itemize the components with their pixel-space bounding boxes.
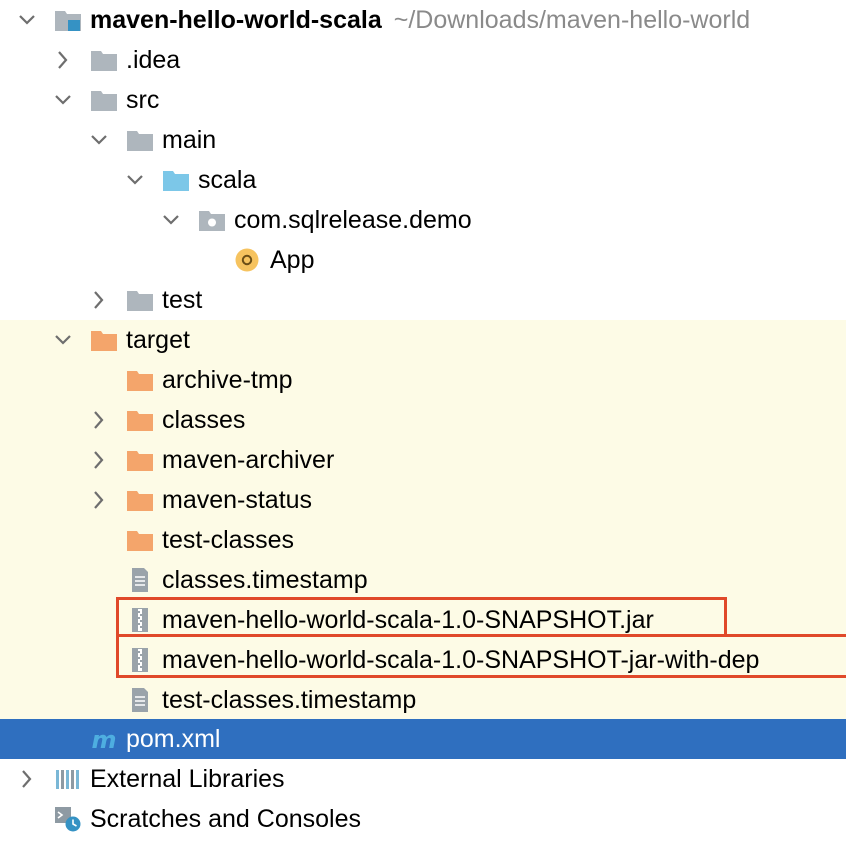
chevron-right-icon[interactable] bbox=[89, 449, 109, 471]
tree-item-label: scala bbox=[198, 166, 257, 194]
project-path: ~/Downloads/maven-hello-world bbox=[393, 6, 751, 34]
text-file-icon bbox=[126, 687, 154, 713]
tree-item-label: test bbox=[162, 286, 203, 314]
tree-row-project-root[interactable]: maven-hello-world-scala ~/Downloads/maven… bbox=[0, 0, 846, 40]
tree-item-label: target bbox=[126, 326, 190, 354]
tree-row-jar-with-dependencies[interactable]: maven-hello-world-scala-1.0-SNAPSHOT-jar… bbox=[0, 640, 846, 680]
chevron-right-icon[interactable] bbox=[89, 409, 109, 431]
tree-item-label: src bbox=[126, 86, 160, 114]
tree-item-label: .idea bbox=[126, 46, 181, 74]
tree-item-label: maven-hello-world-scala-1.0-SNAPSHOT-jar… bbox=[162, 646, 760, 674]
chevron-right-icon[interactable] bbox=[53, 49, 73, 71]
folder-icon bbox=[126, 287, 154, 313]
package-icon bbox=[198, 207, 226, 233]
source-folder-icon bbox=[162, 167, 190, 193]
tree-item-label: classes.timestamp bbox=[162, 566, 368, 594]
jar-archive-icon bbox=[126, 647, 154, 673]
tree-item-label: App bbox=[270, 246, 315, 274]
tree-item-label: maven-hello-world-scala-1.0-SNAPSHOT.jar bbox=[162, 606, 654, 634]
tree-row-package[interactable]: com.sqlrelease.demo bbox=[0, 200, 846, 240]
chevron-down-icon[interactable] bbox=[17, 9, 37, 31]
tree-row-test-classes[interactable]: test-classes bbox=[0, 520, 846, 560]
excluded-folder-icon bbox=[126, 527, 154, 553]
tree-row-classes[interactable]: classes bbox=[0, 400, 846, 440]
tree-row-snapshot-jar[interactable]: maven-hello-world-scala-1.0-SNAPSHOT.jar bbox=[0, 600, 846, 640]
tree-row-app[interactable]: App bbox=[0, 240, 846, 280]
tree-row-test[interactable]: test bbox=[0, 280, 846, 320]
tree-item-label: maven-status bbox=[162, 486, 313, 514]
tree-row-maven-archiver[interactable]: maven-archiver bbox=[0, 440, 846, 480]
tree-item-label: External Libraries bbox=[90, 765, 285, 793]
tree-item-label: test-classes.timestamp bbox=[162, 686, 417, 714]
tree-item-label: pom.xml bbox=[126, 725, 221, 753]
tree-row-scratches-and-consoles[interactable]: Scratches and Consoles bbox=[0, 799, 846, 839]
tree-row-pom-xml[interactable]: pom.xml bbox=[0, 719, 846, 759]
text-file-icon bbox=[126, 567, 154, 593]
project-root-label: maven-hello-world-scala ~/Downloads/maven… bbox=[90, 0, 750, 40]
tree-item-label: archive-tmp bbox=[162, 366, 293, 394]
tree-item-label: com.sqlrelease.demo bbox=[234, 206, 472, 234]
chevron-down-icon[interactable] bbox=[161, 209, 181, 231]
chevron-right-icon[interactable] bbox=[17, 768, 37, 790]
tree-row-archive-tmp[interactable]: archive-tmp bbox=[0, 360, 846, 400]
tree-item-label: main bbox=[162, 126, 217, 154]
tree-item-label: classes bbox=[162, 406, 246, 434]
tree-row-external-libraries[interactable]: External Libraries bbox=[0, 759, 846, 799]
scratches-icon bbox=[54, 806, 82, 832]
chevron-down-icon[interactable] bbox=[53, 329, 73, 351]
excluded-folder-icon bbox=[90, 327, 118, 353]
tree-row-src[interactable]: src bbox=[0, 80, 846, 120]
excluded-folder-icon bbox=[126, 447, 154, 473]
scala-object-icon bbox=[233, 247, 261, 273]
tree-item-label: Scratches and Consoles bbox=[90, 805, 361, 833]
tree-row-test-classes-timestamp[interactable]: test-classes.timestamp bbox=[0, 680, 846, 720]
excluded-folder-icon bbox=[126, 487, 154, 513]
chevron-down-icon[interactable] bbox=[53, 89, 73, 111]
tree-row-maven-status[interactable]: maven-status bbox=[0, 480, 846, 520]
folder-icon bbox=[90, 47, 118, 73]
tree-item-label: test-classes bbox=[162, 526, 294, 554]
chevron-right-icon[interactable] bbox=[89, 489, 109, 511]
chevron-down-icon[interactable] bbox=[125, 169, 145, 191]
folder-icon bbox=[90, 87, 118, 113]
tree-row-target[interactable]: target bbox=[0, 320, 846, 360]
excluded-folder-icon bbox=[126, 367, 154, 393]
project-name: maven-hello-world-scala bbox=[90, 6, 382, 34]
excluded-folder-icon bbox=[126, 407, 154, 433]
folder-icon bbox=[126, 127, 154, 153]
tree-row-main[interactable]: main bbox=[0, 120, 846, 160]
tree-row-scala[interactable]: scala bbox=[0, 160, 846, 200]
jar-archive-icon bbox=[126, 607, 154, 633]
tree-item-label: maven-archiver bbox=[162, 446, 335, 474]
libraries-icon bbox=[54, 766, 82, 792]
module-folder-icon bbox=[54, 7, 82, 33]
maven-icon bbox=[90, 726, 118, 752]
tree-row-classes-timestamp[interactable]: classes.timestamp bbox=[0, 560, 846, 600]
chevron-down-icon[interactable] bbox=[89, 129, 109, 151]
chevron-right-icon[interactable] bbox=[89, 289, 109, 311]
tree-row-idea[interactable]: .idea bbox=[0, 40, 846, 80]
